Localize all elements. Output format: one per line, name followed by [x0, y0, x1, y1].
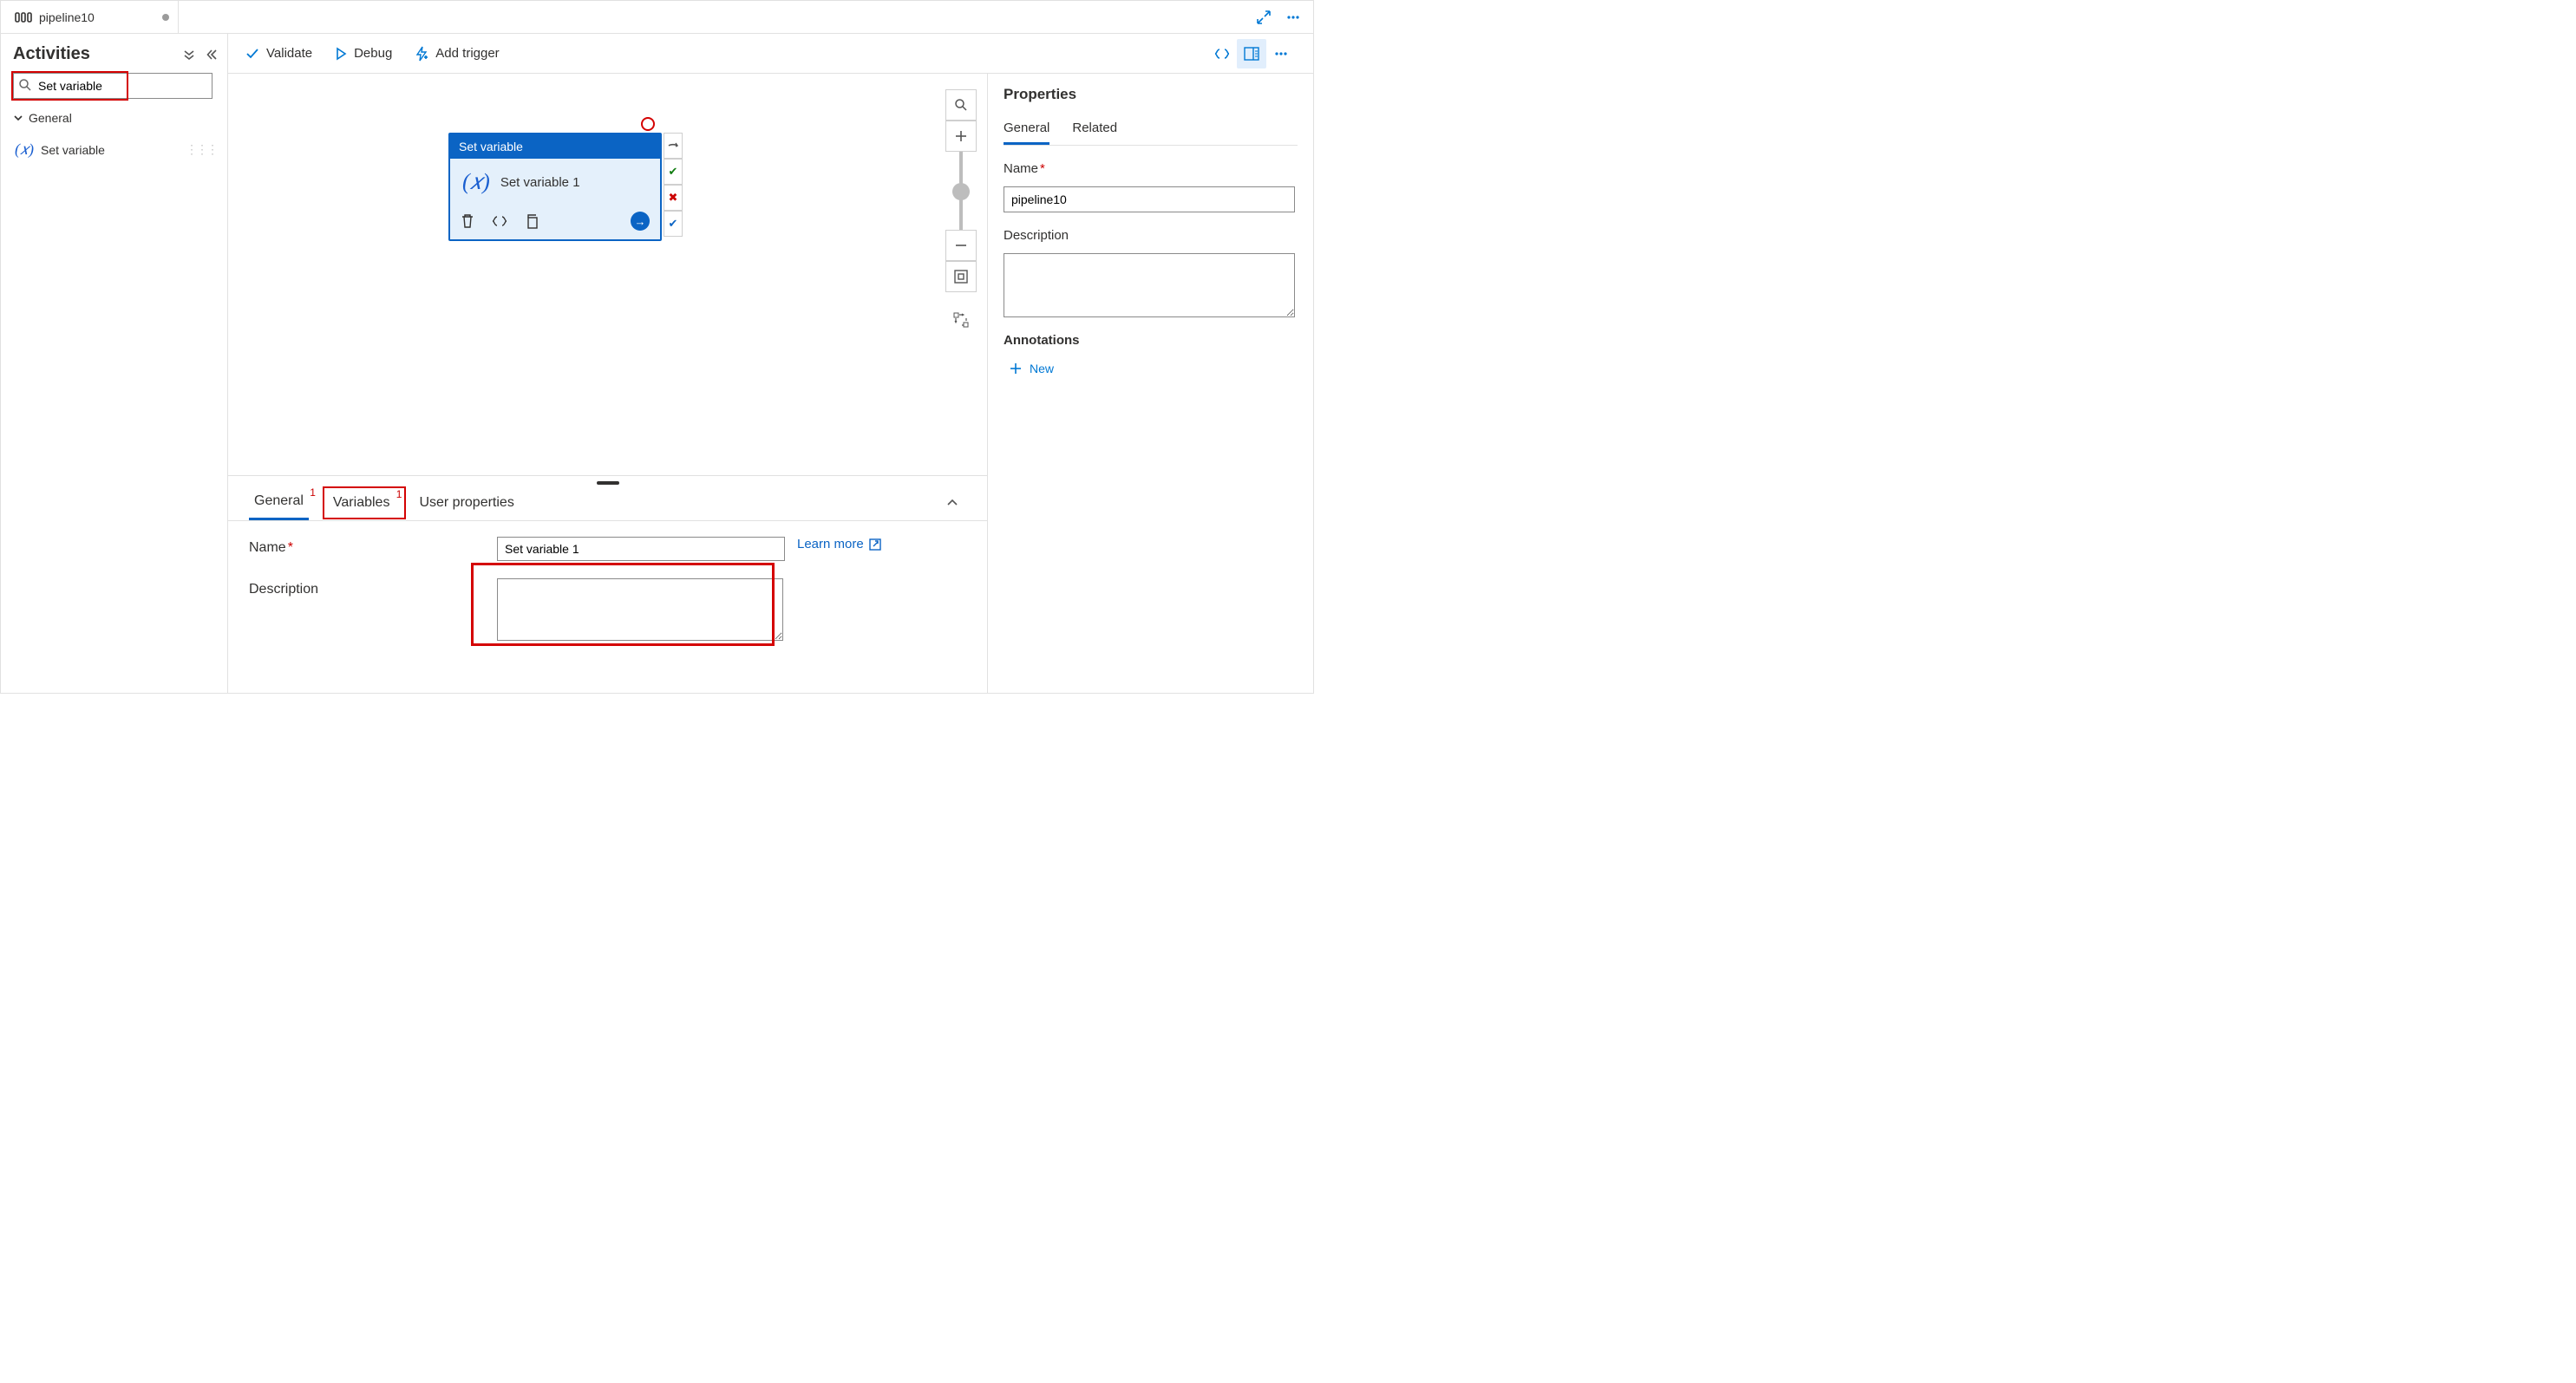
node-name: Set variable 1 — [500, 175, 580, 190]
double-chevron-down-icon[interactable] — [182, 48, 196, 62]
pipeline-canvas[interactable]: Set variable (𝑥) Set variable 1 → — [228, 74, 987, 693]
section-general[interactable]: General — [13, 108, 219, 128]
validate-label: Validate — [266, 46, 312, 61]
toolbar-more-icon[interactable] — [1266, 39, 1296, 68]
tab-badge: 1 — [396, 488, 402, 500]
properties-panel: Properties General Related Name* Descrip… — [987, 74, 1313, 693]
props-desc-label: Description — [1004, 228, 1298, 243]
properties-title: Properties — [1004, 86, 1298, 103]
copy-icon[interactable] — [525, 213, 539, 229]
required-star: * — [288, 540, 293, 555]
app-root: pipeline10 Activities — [0, 0, 1314, 694]
tab-variables-label: Variables — [333, 495, 390, 510]
pipeline-icon — [15, 10, 32, 24]
node-type-label: Set variable — [450, 134, 660, 159]
tab-title: pipeline10 — [39, 10, 95, 24]
panel-resize-handle[interactable] — [228, 476, 987, 485]
zoom-in-icon[interactable] — [945, 121, 977, 152]
collapse-left-icon[interactable] — [205, 48, 219, 62]
add-annotation-button[interactable]: New — [1004, 358, 1298, 375]
chevron-down-icon — [13, 113, 23, 123]
properties-toggle-icon[interactable] — [1237, 39, 1266, 68]
canvas-toolbar: Validate Debug Add trigger — [228, 34, 1313, 74]
section-label: General — [29, 111, 72, 125]
variable-icon: (𝑥) — [15, 140, 34, 159]
activities-search-input[interactable] — [13, 73, 212, 99]
activities-sidebar: Activities General (𝑥) Set variabl — [1, 34, 228, 693]
props-tab-related[interactable]: Related — [1072, 114, 1117, 145]
add-trigger-label: Add trigger — [435, 46, 499, 61]
annotations-label: Annotations — [1004, 333, 1298, 348]
drag-handle-icon: ⋮⋮⋮ — [186, 142, 217, 157]
pipeline-tab[interactable]: pipeline10 — [6, 1, 179, 33]
props-name-label: Name — [1004, 161, 1038, 176]
tab-badge: 1 — [310, 486, 316, 499]
canvas-controls — [945, 89, 977, 336]
expand-icon[interactable] — [1249, 10, 1278, 25]
tab-user-properties[interactable]: User properties — [414, 486, 519, 519]
port-completion[interactable]: ✔ — [664, 211, 683, 237]
name-label: Name — [249, 540, 286, 555]
props-tab-general[interactable]: General — [1004, 114, 1049, 145]
node-output-ports: ✔ ✖ ✔ — [664, 133, 683, 237]
tab-general-label: General — [254, 493, 304, 508]
delete-icon[interactable] — [461, 213, 474, 229]
collapse-panel-icon[interactable] — [938, 489, 966, 517]
tab-variables[interactable]: Variables 1 — [328, 486, 396, 519]
tab-user-props-label: User properties — [419, 495, 513, 510]
debug-button[interactable]: Debug — [335, 46, 392, 61]
debug-label: Debug — [354, 46, 392, 61]
learn-more-link[interactable]: Learn more — [797, 537, 881, 551]
learn-more-label: Learn more — [797, 537, 864, 551]
auto-align-icon[interactable] — [945, 304, 977, 336]
activities-title: Activities — [13, 44, 90, 64]
bottom-tabs: General 1 Variables 1 User properties — [228, 485, 987, 521]
variable-icon: (𝑥) — [462, 169, 490, 196]
zoom-slider[interactable] — [959, 152, 963, 230]
tab-general[interactable]: General 1 — [249, 485, 309, 520]
pipeline-description-input[interactable] — [1004, 253, 1295, 317]
add-trigger-button[interactable]: Add trigger — [415, 46, 499, 62]
port-default[interactable] — [664, 133, 683, 159]
activity-node[interactable]: Set variable (𝑥) Set variable 1 → — [448, 133, 662, 241]
port-success[interactable]: ✔ — [664, 159, 683, 185]
code-icon[interactable] — [492, 214, 507, 228]
activity-description-input[interactable] — [497, 578, 783, 641]
code-icon[interactable] — [1207, 39, 1237, 68]
required-star: * — [1040, 161, 1045, 176]
unsaved-dot-icon — [162, 14, 169, 21]
port-failure[interactable]: ✖ — [664, 185, 683, 211]
zoom-out-icon[interactable] — [945, 230, 977, 261]
more-icon[interactable] — [1278, 10, 1308, 25]
fit-icon[interactable] — [945, 261, 977, 292]
pipeline-name-input[interactable] — [1004, 186, 1295, 212]
add-annotation-label: New — [1030, 362, 1054, 375]
activity-set-variable[interactable]: (𝑥) Set variable ⋮⋮⋮ — [13, 137, 219, 162]
activity-label: Set variable — [41, 143, 105, 157]
validate-button[interactable]: Validate — [245, 46, 312, 61]
description-label: Description — [249, 578, 497, 597]
search-icon — [18, 78, 32, 92]
activity-name-input[interactable] — [497, 537, 785, 561]
annotation-circle — [641, 117, 655, 131]
arrow-right-icon[interactable]: → — [631, 212, 650, 231]
zoom-thumb[interactable] — [952, 183, 970, 200]
titlebar: pipeline10 — [1, 1, 1313, 34]
canvas-search-icon[interactable] — [945, 89, 977, 121]
